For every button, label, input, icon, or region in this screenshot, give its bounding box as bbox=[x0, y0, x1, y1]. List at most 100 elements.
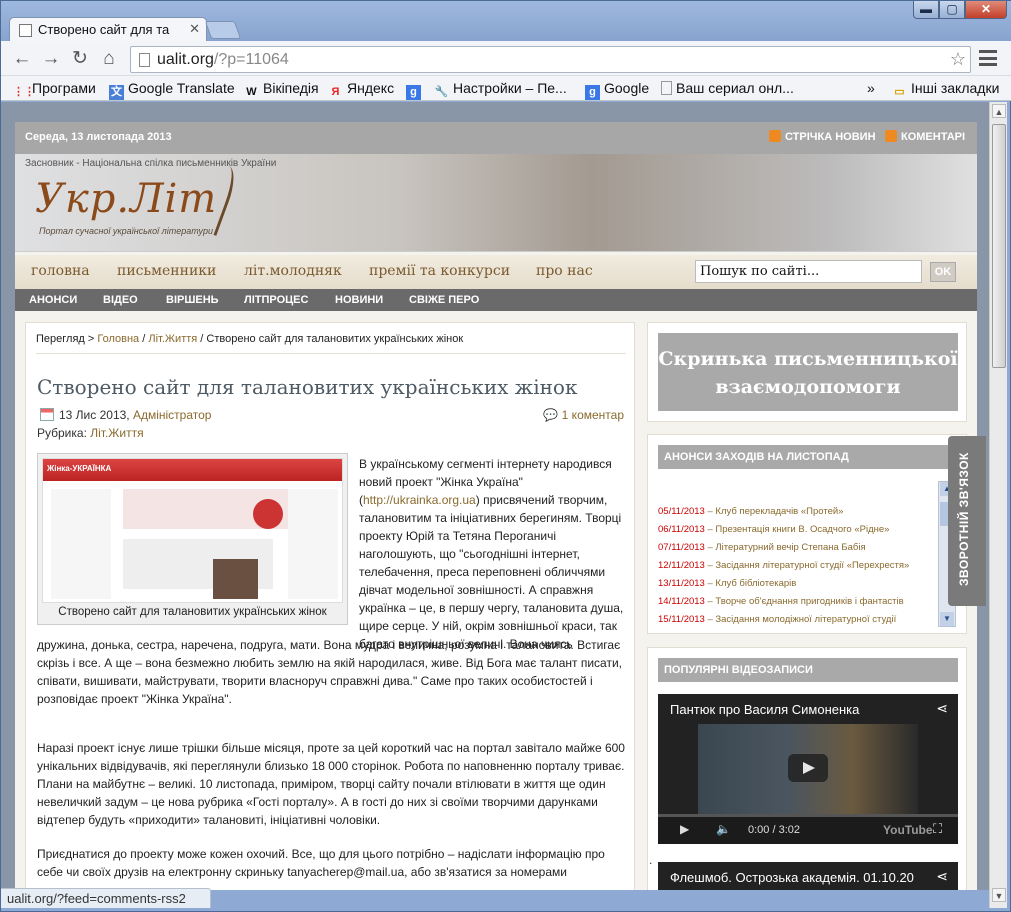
rubric-link[interactable]: Літ.Життя bbox=[90, 426, 143, 440]
list-item[interactable]: 12/11/2013 – Засідання літературної студ… bbox=[658, 557, 938, 575]
yandex-icon: Я bbox=[331, 86, 340, 98]
play-small-icon[interactable]: ▶ bbox=[680, 822, 689, 836]
comments-link[interactable]: 💬 1 коментар bbox=[543, 408, 624, 422]
maximize-button[interactable]: ▢ bbox=[939, 1, 965, 19]
video-progress[interactable] bbox=[658, 814, 958, 817]
article-meta: 13 Лис 2013, Адміністратор bbox=[40, 408, 211, 422]
new-tab-button[interactable] bbox=[204, 21, 242, 39]
nav-home[interactable]: головна bbox=[31, 263, 90, 279]
scroll-down-icon[interactable]: ▼ bbox=[992, 888, 1006, 902]
breadcrumb-home[interactable]: Головна bbox=[97, 333, 139, 345]
reload-button[interactable]: ↻ bbox=[69, 48, 91, 70]
comment-icon: 💬 bbox=[543, 408, 559, 422]
video-title[interactable]: Флешмоб. Острозька академія. 01.10.20 bbox=[670, 870, 914, 885]
share-icon[interactable]: ⋖ bbox=[936, 700, 948, 717]
video-player-2[interactable]: Флешмоб. Острозька академія. 01.10.20 ⋖ bbox=[658, 862, 958, 890]
bookmarks-bar: ⋮⋮Програми 文 Google Translate W Вікіпедія … bbox=[1, 76, 1011, 101]
site-logo[interactable]: Укр.Літ bbox=[35, 176, 217, 222]
nav-about[interactable]: про нас bbox=[536, 263, 593, 279]
list-item[interactable]: 15/11/2013 – Засідання молодіжної літера… bbox=[658, 611, 938, 629]
divider bbox=[36, 353, 626, 354]
scrollbar-thumb[interactable] bbox=[992, 124, 1006, 368]
browser-window: Створено сайт для та ✕ ▬ ▢ ✕ ← → ↻ ⌂ ual… bbox=[0, 0, 1011, 912]
tab-current[interactable]: Створено сайт для та ✕ bbox=[9, 17, 207, 43]
tab-title: Створено сайт для та bbox=[38, 22, 170, 37]
share-icon[interactable]: ⋖ bbox=[936, 868, 948, 885]
events-list: 05/11/2013 – Клуб перекладачів «Протей» … bbox=[658, 503, 938, 629]
status-bar: ualit.org/?feed=comments-rss2 bbox=[1, 888, 211, 908]
bookmark-wikipedia[interactable]: W Вікіпедія bbox=[244, 80, 318, 100]
volume-icon[interactable]: 🔈 bbox=[716, 822, 731, 836]
translate-icon: 文 bbox=[109, 85, 124, 100]
bookmark-google-translate[interactable]: 文 Google Translate bbox=[109, 80, 235, 100]
bookmark-settings[interactable]: 🔧 Настройки – Пе... bbox=[434, 80, 567, 100]
sidebar-events-widget: АНОНСИ ЗАХОДІВ НА ЛИСТОПАД 05/11/2013 – … bbox=[647, 434, 967, 634]
subnav-litprocess[interactable]: ЛІТПРОЦЕС bbox=[244, 294, 308, 306]
chrome-menu-icon[interactable] bbox=[979, 50, 997, 66]
video-title[interactable]: Пантюк про Василя Симоненка bbox=[670, 702, 859, 717]
address-bar[interactable]: ualit.org/?p=11064 ☆ bbox=[130, 46, 971, 73]
list-item[interactable]: 07/11/2013 – Літературний вечір Степана … bbox=[658, 539, 938, 557]
subnav-announcements[interactable]: АНОНСИ bbox=[29, 294, 77, 306]
subnav-news[interactable]: НОВИНИ bbox=[335, 294, 383, 306]
breadcrumb-current: Створено сайт для талановитих українськи… bbox=[206, 333, 464, 345]
founder-text: Засновник - Національна спілка письменни… bbox=[25, 158, 277, 169]
bookmarks-overflow-button[interactable]: » bbox=[867, 80, 875, 96]
site-search-button[interactable]: OK bbox=[930, 262, 956, 282]
rss-news-link[interactable]: СТРІЧКА НОВИН bbox=[769, 130, 876, 143]
site-topbar: Середа, 13 листопада 2013 СТРІЧКА НОВИН … bbox=[15, 122, 977, 154]
figure-caption: Створено сайт для талановитих українськи… bbox=[58, 606, 327, 618]
subnav-poem[interactable]: ВІРШЕНЬ bbox=[166, 294, 219, 306]
nav-writers[interactable]: письменники bbox=[117, 263, 216, 279]
list-item[interactable]: 06/11/2013 – Презентація книги В. Осадчо… bbox=[658, 521, 938, 539]
site-search-input[interactable]: Пошук по сайті... bbox=[695, 260, 922, 283]
list-item[interactable]: 05/11/2013 – Клуб перекладачів «Протей» bbox=[658, 503, 938, 521]
ukrainka-link[interactable]: http://ukrainka.org.ua bbox=[363, 493, 476, 507]
bookmark-serial[interactable]: Ваш сериал онл... bbox=[661, 80, 794, 96]
bookmark-google-1[interactable]: g bbox=[406, 80, 425, 100]
list-item[interactable]: 13/11/2013 – Клуб бібліотекарів bbox=[658, 575, 938, 593]
page-favicon-icon bbox=[19, 24, 32, 37]
folder-icon: ▭ bbox=[894, 86, 905, 98]
nav-awards[interactable]: премії та конкурси bbox=[369, 263, 510, 279]
tab-close-icon[interactable]: ✕ bbox=[185, 21, 200, 37]
forward-button[interactable]: → bbox=[40, 48, 62, 70]
article-image[interactable]: Жінка-УКРАЇНКА bbox=[42, 458, 343, 603]
rss-comments-link[interactable]: КОМЕНТАРІ bbox=[885, 130, 965, 143]
play-icon[interactable] bbox=[788, 754, 828, 782]
bookmark-google-2[interactable]: g Google bbox=[585, 80, 649, 100]
feedback-tab[interactable]: ЗВОРОТНІЙ ЗВ'ЯЗОК bbox=[948, 436, 986, 606]
site-header: Засновник - Національна спілка письменни… bbox=[15, 154, 977, 252]
video-player-1[interactable]: Пантюк про Василя Симоненка ⋖ ▶ 🔈 0:00 /… bbox=[658, 694, 958, 844]
article-paragraph-1: В українському сегменті інтернету народи… bbox=[359, 457, 624, 651]
scroll-down-icon[interactable]: ▼ bbox=[940, 612, 954, 626]
minimize-button[interactable]: ▬ bbox=[913, 1, 939, 19]
bookmark-star-icon[interactable]: ☆ bbox=[950, 47, 966, 72]
current-date: Середа, 13 листопада 2013 bbox=[25, 131, 172, 143]
bookmark-yandex[interactable]: Я Яндекс bbox=[328, 80, 395, 100]
subnav-video[interactable]: ВІДЕО bbox=[103, 294, 138, 306]
rss-icon bbox=[769, 130, 781, 142]
separator-dot: . bbox=[649, 853, 653, 867]
other-bookmarks[interactable]: ▭ Інші закладки bbox=[892, 80, 999, 100]
home-button[interactable]: ⌂ bbox=[98, 48, 120, 70]
fullscreen-icon[interactable]: ⛶ bbox=[933, 821, 942, 837]
article-paragraph-1-cont: дружина, донька, сестра, наречена, подру… bbox=[37, 638, 622, 706]
sidebar-videos-widget: ПОПУЛЯРНІ ВІДЕОЗАПИСИ Пантюк про Василя … bbox=[647, 647, 967, 890]
nav-youth[interactable]: літ.молодняк bbox=[244, 263, 342, 279]
subnav-fresh-pen[interactable]: СВІЖЕ ПЕРО bbox=[409, 294, 479, 306]
list-item[interactable]: 14/11/2013 – Творче об'єднання пригодник… bbox=[658, 593, 938, 611]
breadcrumb-category[interactable]: Літ.Життя bbox=[148, 333, 197, 345]
close-window-button[interactable]: ✕ bbox=[965, 1, 1007, 19]
youtube-logo[interactable]: YouTube bbox=[883, 823, 933, 837]
article-figure: Жінка-УКРАЇНКА Створено сайт для таланов… bbox=[37, 453, 348, 625]
sidebar-donation-widget: Скринька письменницької взаємодопомоги bbox=[647, 322, 967, 422]
article-rubric: Рубрика: Літ.Життя bbox=[37, 426, 144, 440]
sub-nav: АНОНСИ ВІДЕО ВІРШЕНЬ ЛІТПРОЦЕС НОВИНИ СВ… bbox=[15, 289, 977, 311]
page-scrollbar[interactable]: ▲ ▼ bbox=[989, 102, 1007, 908]
back-button[interactable]: ← bbox=[11, 48, 33, 70]
author-link[interactable]: Адміністратор bbox=[133, 408, 212, 422]
scroll-up-icon[interactable]: ▲ bbox=[992, 104, 1006, 118]
donation-banner[interactable]: Скринька письменницької взаємодопомоги bbox=[658, 333, 958, 411]
bookmark-apps[interactable]: ⋮⋮Програми bbox=[13, 80, 96, 100]
